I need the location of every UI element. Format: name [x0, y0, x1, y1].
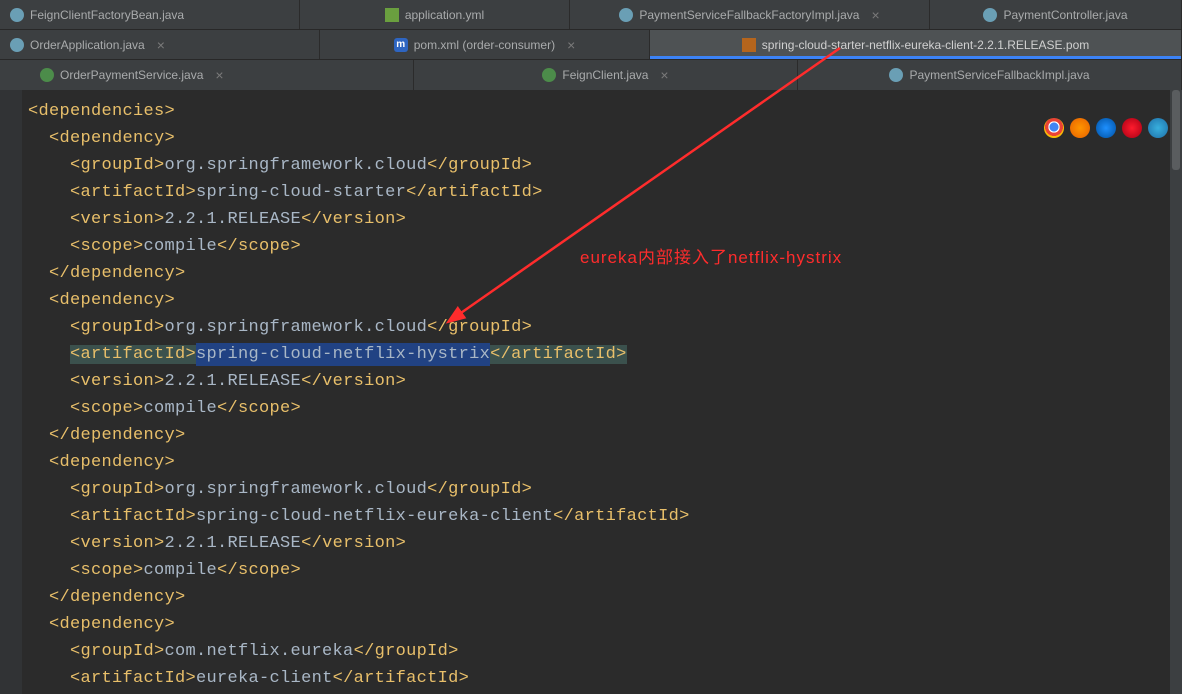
ie-icon[interactable] — [1148, 118, 1168, 138]
tab-label: pom.xml (order-consumer) — [414, 38, 555, 52]
tab-label: spring-cloud-starter-netflix-eureka-clie… — [762, 38, 1089, 52]
tab-label: FeignClient.java — [562, 68, 648, 82]
code-line: <groupId>org.springframework.cloud</grou… — [28, 152, 1182, 179]
safari-icon[interactable] — [1096, 118, 1116, 138]
code-line: </dependency> — [28, 584, 1182, 611]
code-line: <artifactId>eureka-client</artifactId> — [28, 665, 1182, 692]
tab-bar-1: FeignClientFactoryBean.java application.… — [0, 0, 1182, 30]
close-icon[interactable]: × — [567, 37, 575, 53]
tab-label: OrderPaymentService.java — [60, 68, 203, 82]
tab-orderpaymentservice[interactable]: OrderPaymentService.java × — [0, 60, 414, 90]
firefox-icon[interactable] — [1070, 118, 1090, 138]
ide-toolbar — [1044, 118, 1168, 138]
java-icon — [542, 68, 556, 82]
code-line: <groupId>org.springframework.cloud</grou… — [28, 314, 1182, 341]
tab-paymentservicefallbackimpl[interactable]: PaymentServiceFallbackImpl.java — [798, 60, 1182, 90]
tab-bar-2: OrderApplication.java × m pom.xml (order-c… — [0, 30, 1182, 60]
chrome-icon[interactable] — [1044, 118, 1064, 138]
code-line: <groupId>org.springframework.cloud</grou… — [28, 476, 1182, 503]
tab-paymentcontroller[interactable]: PaymentController.java — [930, 0, 1182, 29]
code-line: <version>2.2.1.RELEASE</version> — [28, 530, 1182, 557]
java-icon — [40, 68, 54, 82]
code-line: <dependencies> — [28, 98, 1182, 125]
tab-label: PaymentServiceFallbackImpl.java — [909, 68, 1089, 82]
code-line: </dependency> — [28, 422, 1182, 449]
tab-eureka-client-pom[interactable]: spring-cloud-starter-netflix-eureka-clie… — [650, 30, 1182, 59]
tab-orderapplication[interactable]: OrderApplication.java × — [0, 30, 320, 59]
java-icon — [10, 38, 24, 52]
code-line: <groupId>com.netflix.eureka</groupId> — [28, 638, 1182, 665]
tab-feignclientfactorybean[interactable]: FeignClientFactoryBean.java — [0, 0, 300, 29]
code-line: <dependency> — [28, 449, 1182, 476]
code-line: <artifactId>spring-cloud-netflix-hystrix… — [28, 341, 1182, 368]
java-icon — [889, 68, 903, 82]
java-icon — [619, 8, 633, 22]
close-icon[interactable]: × — [215, 67, 223, 83]
opera-icon[interactable] — [1122, 118, 1142, 138]
code-line: <dependency> — [28, 611, 1182, 638]
tab-label: OrderApplication.java — [30, 38, 145, 52]
code-line: <scope>compile</scope> — [28, 557, 1182, 584]
tab-bar-3: OrderPaymentService.java × FeignClient.ja… — [0, 60, 1182, 90]
maven-icon: m — [394, 38, 408, 52]
code-line: <version>2.2.1.RELEASE</version> — [28, 206, 1182, 233]
gutter — [0, 90, 22, 694]
tab-application-yml[interactable]: application.yml — [300, 0, 570, 29]
tab-pom-order-consumer[interactable]: m pom.xml (order-consumer) × — [320, 30, 650, 59]
java-icon — [983, 8, 997, 22]
code-line: <artifactId>spring-cloud-netflix-eureka-… — [28, 503, 1182, 530]
tab-label: PaymentServiceFallbackFactoryImpl.java — [639, 8, 859, 22]
close-icon[interactable]: × — [871, 7, 879, 23]
scrollbar-thumb[interactable] — [1172, 90, 1180, 170]
tab-feignclient[interactable]: FeignClient.java × — [414, 60, 798, 90]
editor-scrollbar[interactable] — [1170, 90, 1182, 694]
code-line: <dependency> — [28, 125, 1182, 152]
close-icon[interactable]: × — [660, 67, 668, 83]
pom-icon — [742, 38, 756, 52]
java-icon — [10, 8, 24, 22]
code-line: <version>2.2.1.RELEASE</version> — [28, 368, 1182, 395]
tab-label: FeignClientFactoryBean.java — [30, 8, 184, 22]
code-editor[interactable]: <dependencies> <dependency> <groupId>org… — [0, 90, 1182, 694]
code-line: <scope>compile</scope> — [28, 395, 1182, 422]
tab-label: application.yml — [405, 8, 484, 22]
yml-icon — [385, 8, 399, 22]
tab-label: PaymentController.java — [1003, 8, 1127, 22]
close-icon[interactable]: × — [157, 37, 165, 53]
code-line: <dependency> — [28, 287, 1182, 314]
tab-paymentservicefallbackfactory[interactable]: PaymentServiceFallbackFactoryImpl.java × — [570, 0, 930, 29]
annotation-text: eureka内部接入了netflix-hystrix — [580, 243, 842, 268]
code-line: <artifactId>spring-cloud-starter</artifa… — [28, 179, 1182, 206]
